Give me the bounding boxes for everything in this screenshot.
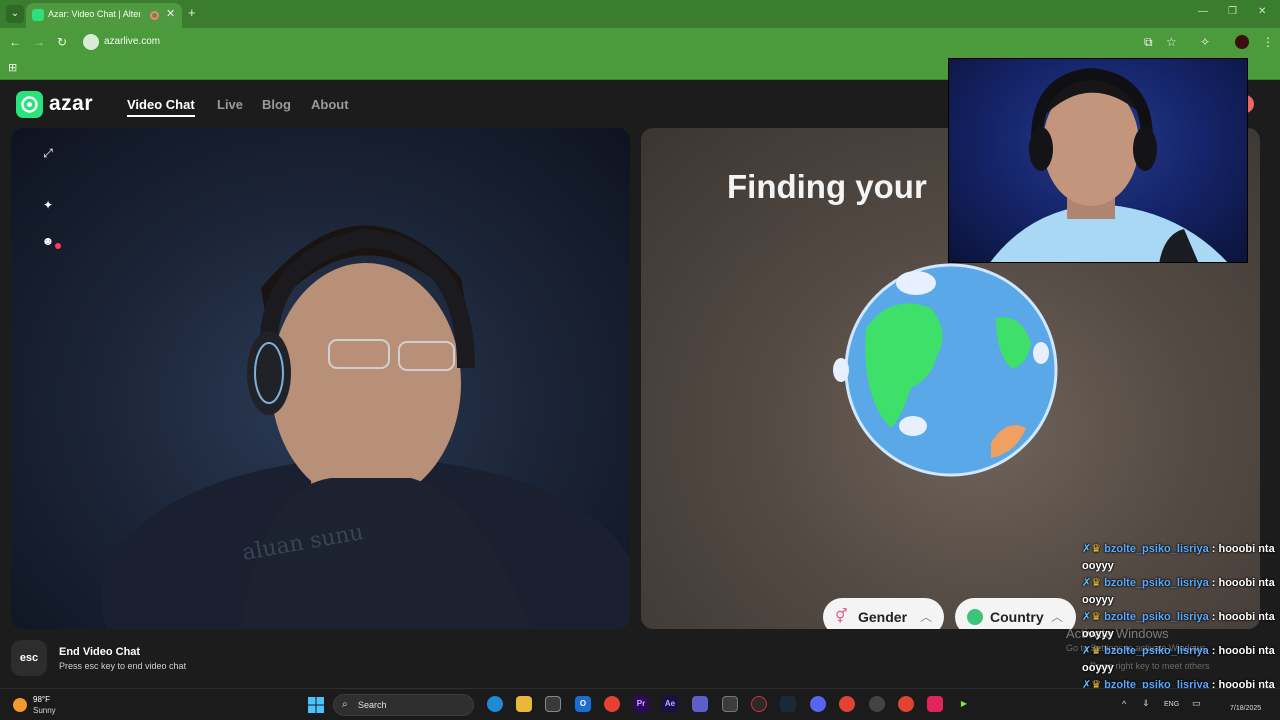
discord-icon[interactable] [810, 696, 826, 712]
expand-icon[interactable]: ⤢ [37, 142, 59, 164]
chrome-alt-icon[interactable] [898, 696, 914, 712]
language-indicator[interactable]: ENG [1164, 701, 1179, 708]
crown-badge-icon: ♛ [1091, 577, 1102, 589]
sparkle-effects-icon[interactable]: ✦ [37, 194, 59, 216]
gender-filter-button[interactable]: ⚥ Gender ︿ [823, 598, 944, 629]
azar-favicon-icon [32, 9, 44, 21]
profile-avatar[interactable] [1235, 35, 1249, 49]
tab-title: Azar: Video Chat | Alternati [48, 9, 140, 19]
recording-indicator-icon [150, 11, 159, 20]
recorder-icon[interactable] [751, 696, 767, 712]
chat-message: ✗♛ bzolte_psiko_lisriya : hooobi nta ooy… [1082, 541, 1278, 575]
finding-match-title: Finding your [727, 168, 927, 205]
sword-badge-icon: ✗ [1082, 577, 1092, 589]
tab-search-button[interactable]: ⌄ [6, 5, 24, 23]
app-red-icon[interactable] [927, 696, 943, 712]
browser-toolbar: ← → ↻ azarlive.com ⧉ ☆ ✧ ⋮ [0, 28, 1280, 56]
chat-username: bzolte_psiko_lisriya [1104, 543, 1209, 555]
minimize-button[interactable]: — [1198, 6, 1208, 17]
end-chat-title: End Video Chat [59, 646, 141, 658]
file-explorer-icon[interactable] [516, 696, 532, 712]
crown-badge-icon: ♛ [1091, 611, 1102, 623]
chat-username: bzolte_psiko_lisriya [1104, 611, 1209, 623]
windows-taskbar: 98°F Sunny ⌕ Search O Pr Ae ▶ ^ ⇓ ENG ▭ … [0, 688, 1280, 720]
reload-icon[interactable]: ↻ [57, 35, 67, 49]
webcam-feed [990, 67, 1228, 262]
app-icon[interactable] [722, 696, 738, 712]
extensions-icon[interactable]: ✧ [1200, 35, 1210, 49]
end-chat-subtitle: Press esc key to end video chat [59, 661, 187, 671]
chrome-icon[interactable] [604, 696, 620, 712]
back-icon[interactable]: ← [9, 35, 21, 49]
activate-windows-title: Activate Windows [1066, 626, 1169, 641]
after-effects-icon[interactable]: Ae [662, 696, 678, 712]
site-info-icon[interactable] [83, 34, 99, 50]
sword-badge-icon: ✗ [1082, 543, 1092, 555]
nav-video-chat[interactable]: Video Chat [127, 97, 195, 112]
network-icon[interactable]: ▭ [1192, 698, 1201, 709]
nav-active-underline [127, 115, 195, 117]
cast-icon[interactable]: ⧉ [1144, 35, 1153, 50]
country-filter-label: Country [990, 609, 1044, 625]
address-bar[interactable]: azarlive.com [80, 32, 1180, 52]
download-tray-icon[interactable]: ⇓ [1142, 698, 1150, 709]
outlook-icon[interactable]: O [575, 696, 591, 712]
maximize-button[interactable]: ❐ [1228, 6, 1237, 17]
webcam-overlay [948, 58, 1248, 263]
globe-animation-icon [833, 263, 1058, 477]
url-text: azarlive.com [104, 36, 161, 47]
search-placeholder: Search [358, 700, 387, 710]
new-tab-button[interactable]: + [188, 5, 196, 20]
premiere-icon[interactable]: Pr [633, 696, 649, 712]
globe-icon [967, 609, 983, 625]
azar-logo-icon[interactable] [16, 91, 43, 118]
apps-grid-icon[interactable]: ⊞ [8, 61, 17, 74]
windows-start-icon[interactable] [308, 697, 324, 713]
browser-tab[interactable]: Azar: Video Chat | Alternati ✕ [26, 3, 182, 28]
obs-icon[interactable] [869, 696, 885, 712]
taskbar-search-input[interactable]: ⌕ Search [333, 694, 474, 716]
next-match-hint: Press right key to meet others [1090, 661, 1210, 671]
logo-text[interactable]: azar [49, 92, 93, 116]
country-filter-button[interactable]: Country ︿ [955, 598, 1076, 629]
chrome-profile-icon[interactable] [839, 696, 855, 712]
bookmark-star-icon[interactable]: ☆ [1166, 35, 1177, 49]
nav-blog[interactable]: Blog [262, 97, 291, 112]
sun-weather-icon[interactable] [13, 698, 27, 712]
steam-icon[interactable] [780, 696, 796, 712]
gender-icon: ⚥ [835, 608, 848, 624]
tray-chevron-icon[interactable]: ^ [1122, 699, 1126, 709]
crown-badge-icon: ♛ [1091, 543, 1102, 555]
face-filter-icon[interactable]: ☻ [37, 230, 59, 252]
chat-username: bzolte_psiko_lisriya [1104, 577, 1209, 589]
chevron-up-icon: ︿ [920, 610, 933, 624]
weather-temperature[interactable]: 98°F [33, 695, 50, 704]
close-window-button[interactable]: ✕ [1258, 6, 1266, 17]
close-tab-icon[interactable]: ✕ [166, 7, 175, 20]
chat-message: ✗♛ bzolte_psiko_lisriya : hooobi nta ooy… [1082, 575, 1278, 609]
gender-filter-label: Gender [858, 609, 908, 625]
menu-kebab-icon[interactable]: ⋮ [1262, 35, 1274, 49]
weather-description[interactable]: Sunny [33, 706, 56, 715]
teams-icon[interactable] [692, 696, 708, 712]
chevron-up-icon: ︿ [1051, 610, 1064, 624]
self-video-feed: aluan sunu [101, 225, 630, 629]
streamlabs-icon[interactable]: ▶ [956, 696, 972, 712]
sword-badge-icon: ✗ [1082, 611, 1092, 623]
nav-about[interactable]: About [311, 97, 349, 112]
search-icon: ⌕ [342, 699, 348, 710]
forward-icon[interactable]: → [33, 35, 45, 49]
browser-tabstrip: ⌄ Azar: Video Chat | Alternati ✕ + — ❐ ✕ [0, 0, 1280, 28]
esc-key-button[interactable]: esc [11, 640, 47, 676]
activate-windows-subtitle: Go to Settings to activate Windows. [1066, 643, 1209, 653]
edge-icon[interactable] [487, 696, 503, 712]
clock-date[interactable]: 7/18/2025 [1230, 705, 1261, 712]
nav-live[interactable]: Live [217, 97, 243, 112]
self-video-panel: aluan sunu ⤢ ✦ ☻ [11, 128, 630, 629]
store-icon[interactable] [545, 696, 561, 712]
